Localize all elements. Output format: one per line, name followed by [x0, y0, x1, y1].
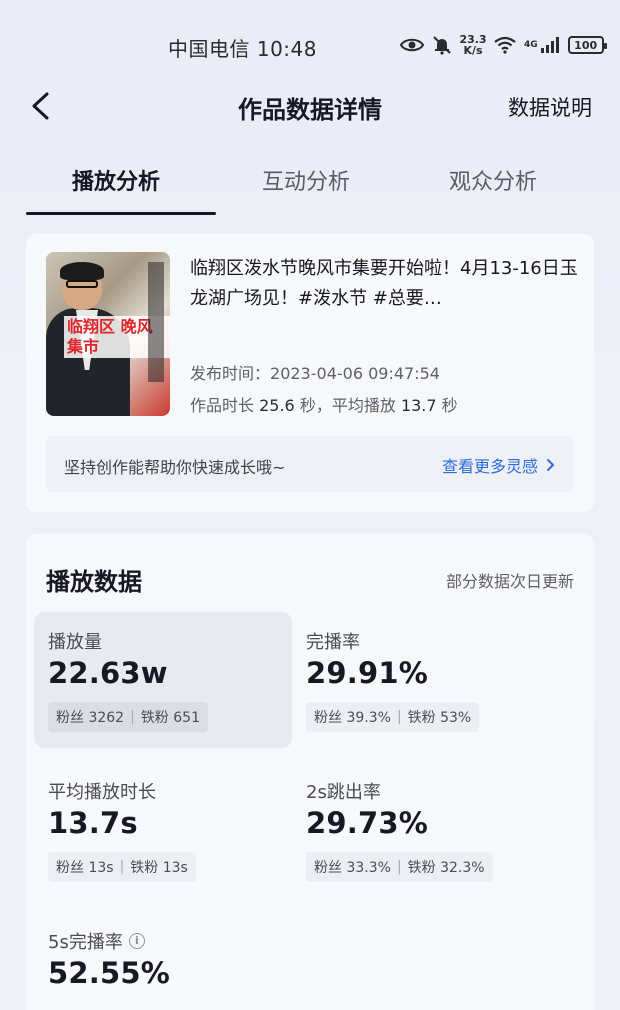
- metric-label: 平均播放时长: [48, 782, 156, 803]
- publish-time-value: 2023-04-06 09:47:54: [270, 364, 440, 383]
- eye-icon: [400, 37, 424, 53]
- metric-5s-completion-rate[interactable]: 5s完播率 i 52.55%: [34, 912, 292, 1010]
- divider: |: [130, 709, 135, 725]
- metric-label: 5s完播率: [48, 932, 123, 953]
- battery-level: 100: [574, 38, 598, 52]
- metric-label-row: 5s完播率 i: [48, 928, 145, 954]
- wifi-icon: [494, 36, 516, 54]
- metric-value: 29.91%: [306, 656, 428, 690]
- more-inspiration-link[interactable]: 查看更多灵感: [442, 453, 556, 477]
- metric-label: 2s跳出率: [306, 782, 381, 803]
- divider: |: [396, 859, 402, 875]
- tab-audience-analysis[interactable]: 观众分析: [449, 164, 537, 196]
- status-icons: 23.3 K/s 4G 100: [400, 32, 607, 58]
- metric-breakdown: 粉丝 39.3% | 铁粉 53%: [306, 702, 480, 732]
- fans-value: 粉丝 13s: [56, 860, 114, 876]
- app-screen: 中国电信 10:48 23.3 K/s 4G 100 作品数据详情 数据说明 播…: [0, 0, 620, 1010]
- avg-play-unit: 秒: [441, 396, 458, 415]
- metric-value: 29.73%: [306, 806, 428, 840]
- active-tab-indicator: [26, 212, 216, 215]
- fans-value: 粉丝 39.3%: [314, 710, 391, 726]
- fans-value: 粉丝 33.3%: [314, 860, 391, 876]
- data-explanation-link[interactable]: 数据说明: [508, 92, 592, 122]
- update-note: 部分数据次日更新: [445, 572, 574, 591]
- metric-breakdown: 粉丝 13s | 铁粉 13s: [48, 852, 196, 882]
- metric-label: 完播率: [306, 632, 360, 653]
- fans-value: 粉丝 3262: [56, 710, 125, 726]
- divider: |: [396, 709, 402, 725]
- video-title[interactable]: 临翔区泼水节晚风市集要开始啦！4月13-16日玉龙湖广场见！#泼水节 #总要…: [190, 254, 580, 314]
- duration-unit: 秒，平均播放: [299, 396, 396, 415]
- metric-2s-bounce-rate[interactable]: 2s跳出率 29.73% 粉丝 33.3% | 铁粉 32.3%: [292, 762, 550, 898]
- iron-fans-value: 铁粉 651: [140, 710, 200, 726]
- metric-value: 13.7s: [48, 806, 138, 840]
- carrier-time: 中国电信 10:48: [168, 37, 317, 61]
- divider: |: [119, 859, 125, 875]
- metric-avg-play-duration[interactable]: 平均播放时长 13.7s 粉丝 13s | 铁粉 13s: [34, 762, 292, 898]
- network-type: 4G: [524, 40, 538, 50]
- metric-value: 52.55%: [48, 956, 170, 990]
- avg-play-value: 13.7: [400, 396, 437, 415]
- tab-interaction-analysis[interactable]: 互动分析: [262, 164, 350, 196]
- mute-bell-icon: [432, 35, 452, 55]
- nav-bar: 作品数据详情 数据说明: [0, 78, 620, 134]
- play-data-card: 播放数据 部分数据次日更新 播放量 22.63w 粉丝 3262 | 铁粉 651 …: [26, 534, 594, 1010]
- iron-fans-value: 铁粉 53%: [407, 710, 472, 726]
- tips-bar[interactable]: 坚持创作能帮助你快速成长哦~ 查看更多灵感: [46, 436, 574, 492]
- video-thumbnail[interactable]: 临翔区 晚风集市: [46, 252, 170, 416]
- thumb-side-text: [148, 262, 164, 382]
- signal-icon: [540, 36, 560, 54]
- duration-row: 作品时长 25.6 秒，平均播放 13.7 秒: [190, 392, 458, 416]
- chevron-right-icon: [547, 459, 554, 471]
- duration-value: 25.6: [259, 396, 295, 415]
- iron-fans-value: 铁粉 13s: [130, 860, 188, 876]
- play-data-title: 播放数据: [46, 568, 142, 596]
- more-inspiration-label: 查看更多灵感: [441, 457, 538, 476]
- metric-completion-rate[interactable]: 完播率 29.91% 粉丝 39.3% | 铁粉 53%: [292, 612, 550, 748]
- net-speed-unit: K/s: [463, 44, 483, 57]
- battery-icon: 100: [567, 36, 607, 54]
- tab-play-analysis[interactable]: 播放分析: [72, 164, 160, 196]
- metric-breakdown: 粉丝 3262 | 铁粉 651: [48, 702, 208, 732]
- status-bar: 中国电信 10:48 23.3 K/s 4G 100: [0, 0, 620, 90]
- iron-fans-value: 铁粉 32.3%: [407, 860, 485, 876]
- thumb-glasses: [66, 280, 98, 288]
- net-speed: 23.3 K/s: [459, 34, 486, 57]
- publish-time-label: 发布时间：: [190, 364, 271, 383]
- duration-label: 作品时长: [190, 396, 255, 415]
- video-info-card: 临翔区 晚风集市 临翔区泼水节晚风市集要开始啦！4月13-16日玉龙湖广场见！#…: [26, 234, 594, 512]
- thumb-hair: [60, 262, 104, 280]
- metric-breakdown: 粉丝 33.3% | 铁粉 32.3%: [306, 852, 493, 882]
- info-circle-icon[interactable]: i: [128, 933, 145, 949]
- publish-time-row: 发布时间：2023-04-06 09:47:54: [190, 360, 440, 384]
- metric-label: 播放量: [48, 632, 102, 653]
- tips-text: 坚持创作能帮助你快速成长哦~: [64, 458, 286, 477]
- analysis-tabs: 播放分析 互动分析 观众分析: [0, 150, 620, 216]
- metric-play-count[interactable]: 播放量 22.63w 粉丝 3262 | 铁粉 651: [34, 612, 292, 748]
- metric-value: 22.63w: [48, 656, 168, 690]
